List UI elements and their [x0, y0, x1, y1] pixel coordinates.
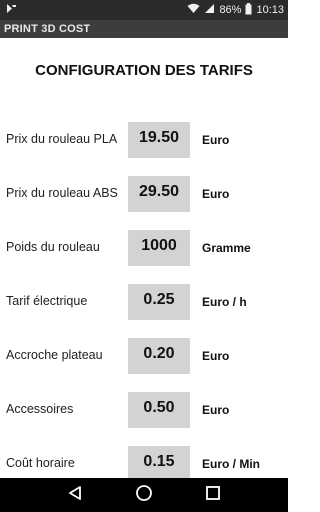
rate-label: Accroche plateau [6, 348, 103, 362]
wifi-icon [187, 3, 200, 17]
rate-input-spool-weight[interactable]: 1000 [128, 230, 190, 266]
page-title: CONFIGURATION DES TARIFS [35, 62, 253, 79]
rate-row-hourly-cost: Coût horaire 0.15 Euro / Min [0, 446, 288, 482]
app-title-bar: PRINT 3D COST [0, 20, 288, 38]
status-bar: 86% 10:13 [0, 0, 288, 20]
rate-unit: Euro / h [202, 295, 247, 309]
navigation-bar [0, 478, 288, 512]
rate-label: Poids du rouleau [6, 240, 100, 254]
rate-input-hourly-cost[interactable]: 0.15 [128, 446, 190, 482]
rate-row-abs: Prix du rouleau ABS 29.50 Euro [0, 176, 288, 212]
rate-label: Prix du rouleau ABS [6, 186, 118, 200]
rate-input-abs[interactable]: 29.50 [128, 176, 190, 212]
rate-unit: Euro [202, 403, 230, 417]
rate-row-accessories: Accessoires 0.50 Euro [0, 392, 288, 428]
rate-row-spool-weight: Poids du rouleau 1000 Gramme [0, 230, 288, 266]
back-button[interactable] [60, 480, 90, 510]
rate-label: Tarif électrique [6, 294, 88, 308]
app-notification-icon [6, 3, 17, 17]
rate-input-accessories[interactable]: 0.50 [128, 392, 190, 428]
rate-row-bed-adhesion: Accroche plateau 0.20 Euro [0, 338, 288, 374]
rate-unit: Euro / Min [202, 457, 260, 471]
battery-percentage: 86% [219, 4, 242, 16]
back-icon [67, 485, 83, 506]
recents-icon [205, 485, 221, 506]
battery-icon [245, 2, 252, 18]
clock: 10:13 [256, 4, 284, 16]
rate-row-pla: Prix du rouleau PLA 19.50 Euro [0, 122, 288, 158]
app-title: PRINT 3D COST [4, 23, 91, 35]
rate-unit: Euro [202, 349, 230, 363]
rate-unit: Euro [202, 187, 230, 201]
rate-row-electricity: Tarif électrique 0.25 Euro / h [0, 284, 288, 320]
rate-input-electricity[interactable]: 0.25 [128, 284, 190, 320]
rate-label: Coût horaire [6, 456, 75, 470]
rate-label: Accessoires [6, 402, 74, 416]
home-button[interactable] [129, 480, 159, 510]
rate-unit: Euro [202, 133, 230, 147]
signal-icon [204, 3, 215, 17]
home-icon [135, 484, 153, 507]
rate-unit: Gramme [202, 241, 251, 255]
rate-label: Prix du rouleau PLA [6, 132, 118, 146]
rate-input-pla[interactable]: 19.50 [128, 122, 190, 158]
rate-input-bed-adhesion[interactable]: 0.20 [128, 338, 190, 374]
recents-button[interactable] [198, 480, 228, 510]
